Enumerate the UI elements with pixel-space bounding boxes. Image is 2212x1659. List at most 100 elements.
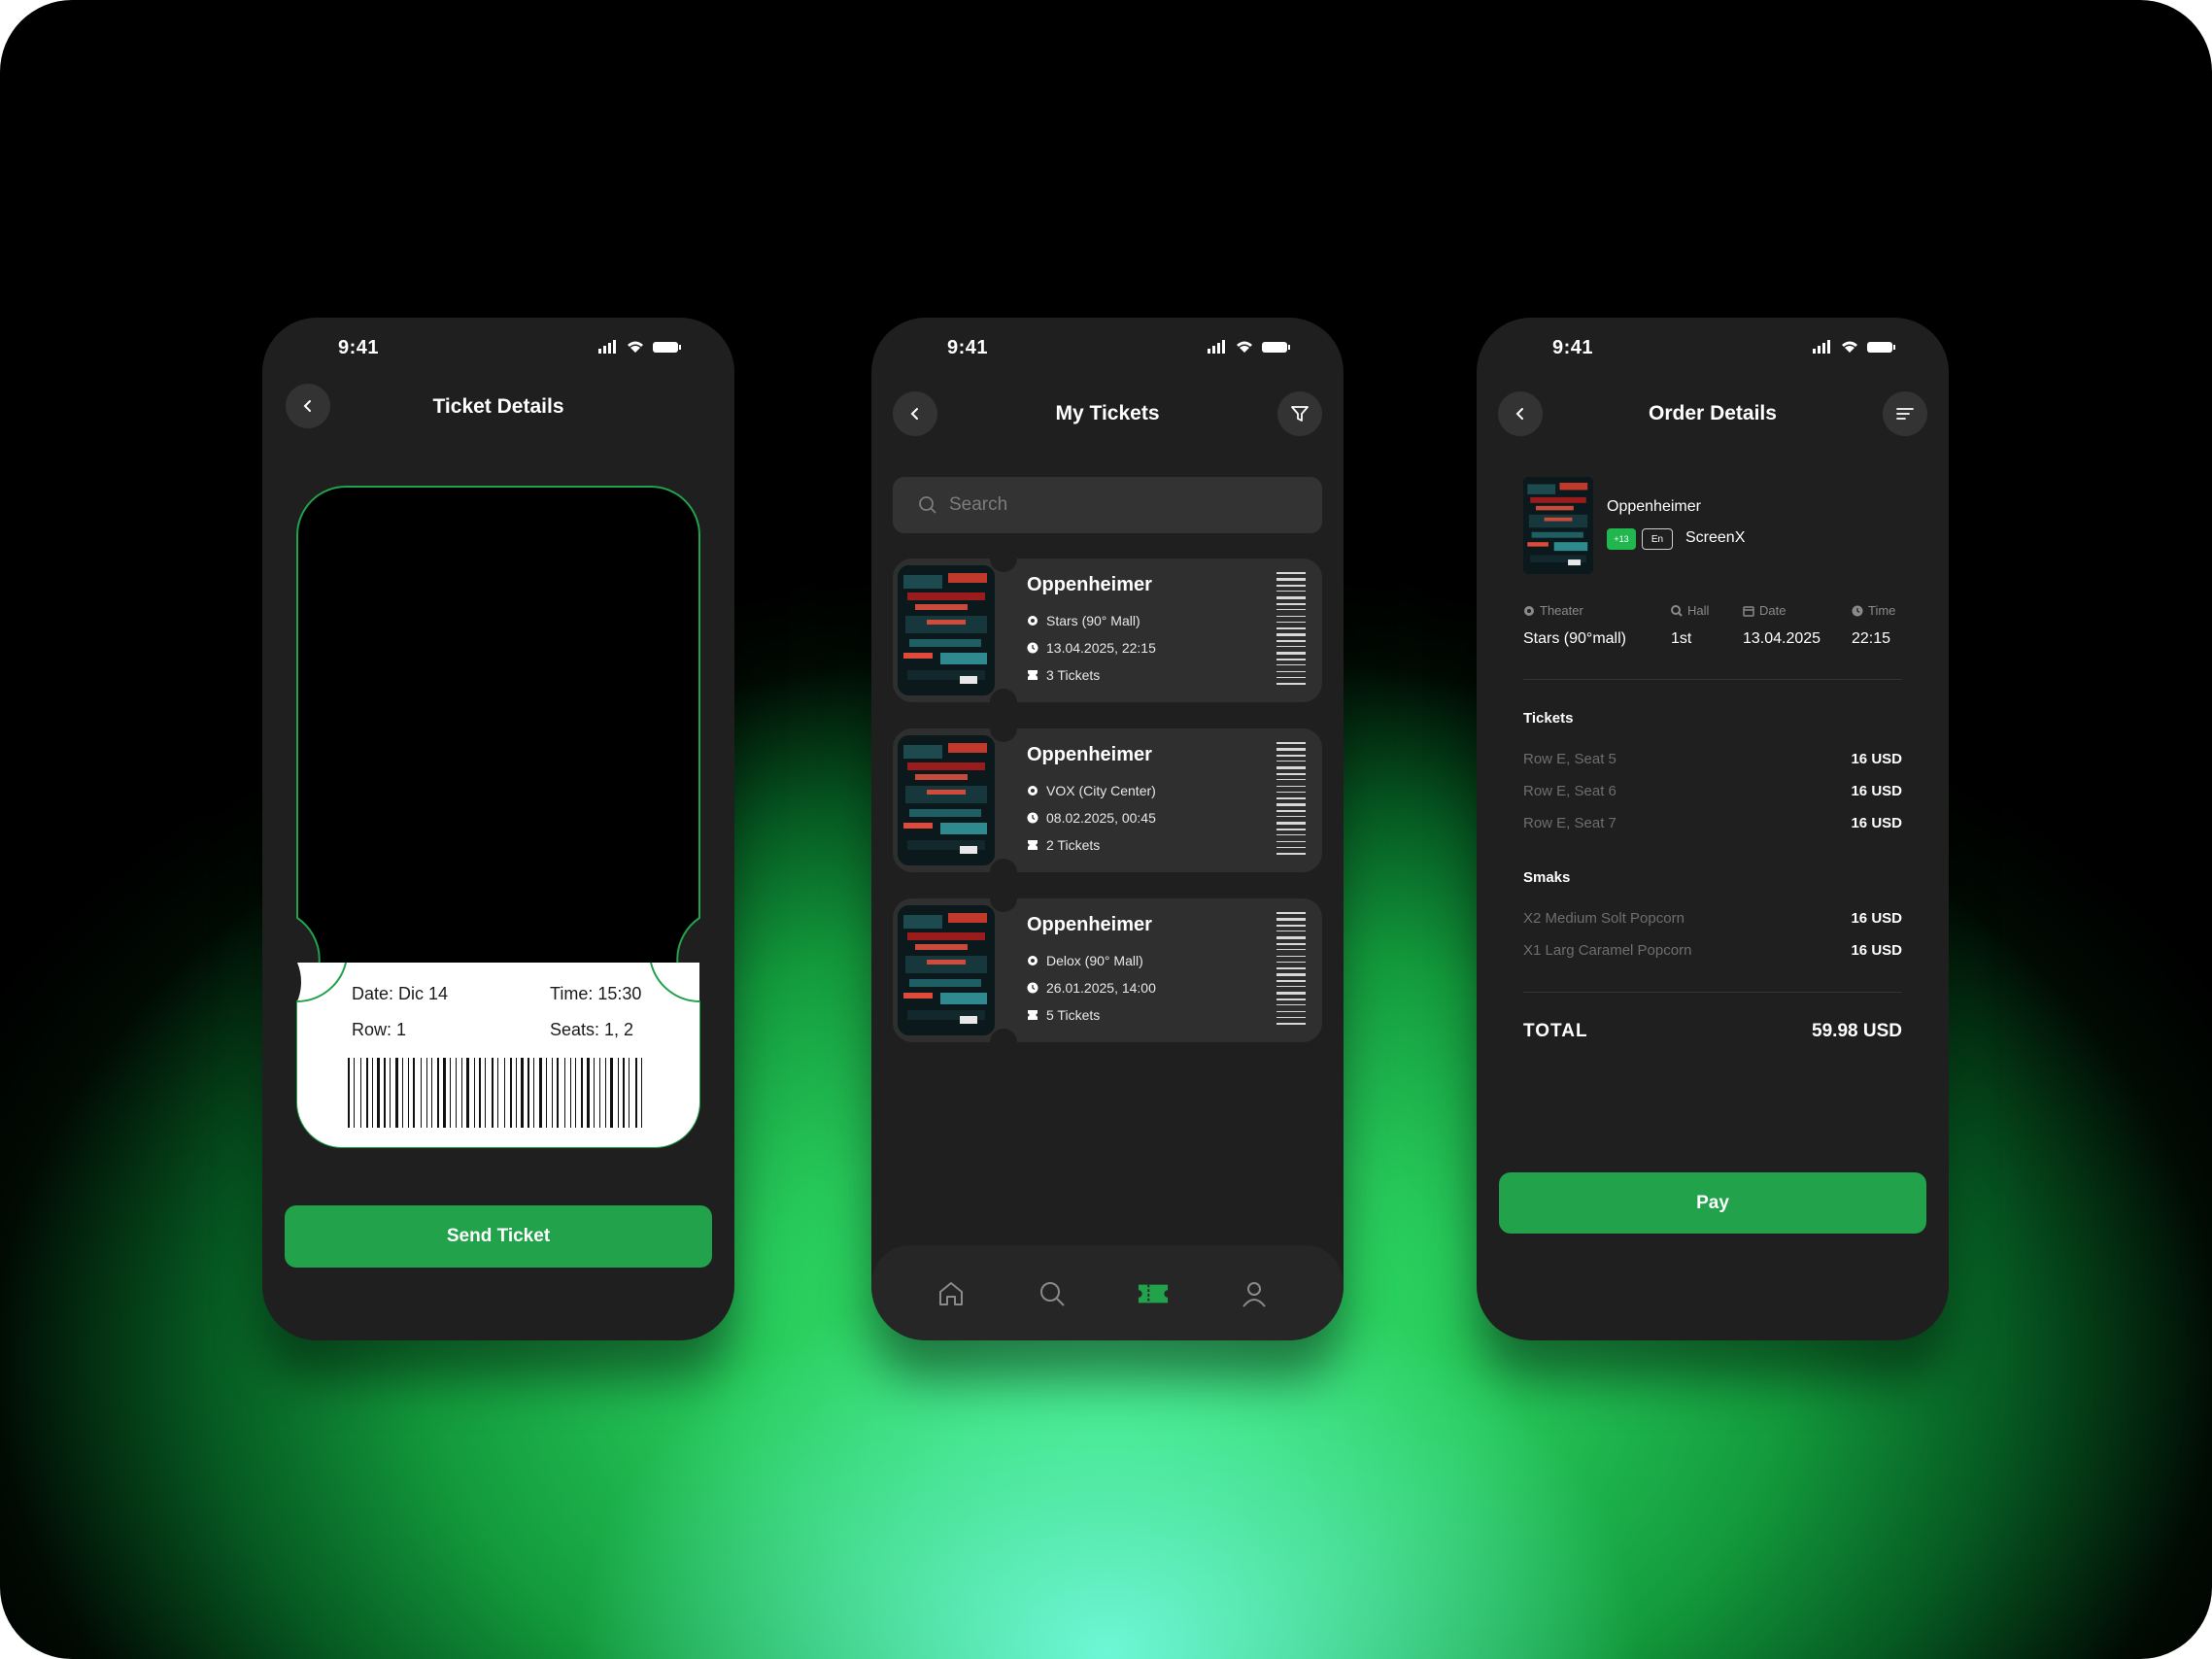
ticket-card-item[interactable]: Oppenheimer Delox (90° Mall) 26.01.2025,…	[893, 898, 1322, 1042]
movie-title: Oppenheimer	[1027, 574, 1152, 595]
ticket-card: Date: Dic 14 Time: 15:30 Row: 1 Seats: 1…	[295, 485, 701, 1149]
movie-title: Oppenheimer	[1027, 914, 1152, 935]
page-title: Order Details	[1649, 402, 1777, 424]
ticket-barcode	[1276, 572, 1306, 685]
divider	[1523, 679, 1902, 680]
date-label: Date	[1759, 603, 1787, 618]
clock-icon	[1027, 982, 1038, 994]
menu-lines-icon	[1896, 408, 1914, 420]
theater-icon	[1523, 605, 1535, 617]
background-canvas: 9:41 Ticket Details Date: Dic 14 Time: 1…	[0, 0, 2212, 1659]
pay-button[interactable]: Pay	[1499, 1172, 1926, 1234]
location-icon	[1027, 785, 1038, 796]
ticket-place: Stars (90° Mall)	[1046, 613, 1140, 628]
language-badge: En	[1642, 528, 1673, 550]
calendar-icon	[1743, 605, 1754, 617]
ticket-time: Time: 15:30	[550, 984, 642, 1003]
snack-line-price: 16 USD	[1851, 910, 1902, 927]
bottom-nav	[871, 1245, 1344, 1340]
nav-search[interactable]	[1037, 1278, 1068, 1309]
ticket-date: Date: Dic 14	[352, 984, 449, 1003]
format-label: ScreenX	[1685, 529, 1746, 546]
theater-label: Theater	[1540, 603, 1583, 618]
ticket-datetime: 26.01.2025, 14:00	[1046, 980, 1156, 996]
search-icon	[918, 495, 937, 515]
search-placeholder: Search	[949, 494, 1008, 515]
status-icons	[1813, 339, 1900, 359]
ticket-seats: Seats: 1, 2	[550, 1020, 634, 1039]
ticket-count: 5 Tickets	[1046, 1007, 1101, 1023]
ticket-datetime: 08.02.2025, 00:45	[1046, 810, 1156, 826]
theater-value: Stars (90°mall)	[1523, 630, 1626, 647]
location-icon	[1027, 615, 1038, 626]
send-ticket-button[interactable]: Send Ticket	[285, 1205, 712, 1268]
total-value: 59.98 USD	[1812, 1021, 1902, 1041]
nav-profile[interactable]	[1239, 1278, 1270, 1309]
phone-order-details: 9:41 Order Details Oppenheimer +13 En Sc…	[1477, 318, 1949, 1340]
page-title: Ticket Details	[432, 395, 564, 418]
ticket-line-label: Row E, Seat 5	[1523, 751, 1616, 767]
divider	[1523, 992, 1902, 993]
movie-poster	[898, 905, 995, 1035]
status-icons	[598, 339, 686, 359]
time-value: 22:15	[1852, 630, 1891, 647]
age-rating-badge: +13	[1607, 528, 1636, 550]
ticket-barcode	[348, 1058, 642, 1128]
status-icons	[1208, 339, 1295, 359]
movie-title: Oppenheimer	[1027, 744, 1152, 765]
status-time: 9:41	[338, 337, 380, 358]
ticket-count: 3 Tickets	[1046, 667, 1101, 683]
ticket-place: VOX (City Center)	[1046, 783, 1156, 798]
ticket-count-icon	[1027, 1009, 1038, 1021]
movie-poster	[1523, 477, 1593, 574]
time-label: Time	[1868, 603, 1896, 618]
tickets-section-title: Tickets	[1523, 710, 1574, 727]
date-value: 13.04.2025	[1743, 630, 1821, 647]
ticket-count-icon	[1027, 669, 1038, 681]
snack-line-label: X2 Medium Solt Popcorn	[1523, 910, 1685, 927]
movie-title: Oppenheimer	[1607, 498, 1701, 515]
ticket-line-price: 16 USD	[1851, 815, 1902, 831]
ticket-card-item[interactable]: Oppenheimer Stars (90° Mall) 13.04.2025,…	[893, 559, 1322, 702]
sort-button[interactable]	[1883, 391, 1927, 436]
ticket-count: 2 Tickets	[1046, 837, 1101, 853]
ticket-row: Row: 1	[352, 1020, 407, 1039]
hall-icon	[1671, 604, 1683, 617]
ticket-card-item[interactable]: Oppenheimer VOX (City Center) 08.02.2025…	[893, 728, 1322, 872]
search-icon	[1040, 1282, 1065, 1306]
total-label: TOTAL	[1523, 1021, 1588, 1041]
ticket-count-icon	[1027, 839, 1038, 851]
ticket-line-label: Row E, Seat 6	[1523, 783, 1616, 799]
ticket-barcode	[1276, 912, 1306, 1025]
movie-poster	[898, 735, 995, 865]
hall-value: 1st	[1671, 630, 1692, 647]
home-icon	[939, 1282, 963, 1305]
search-input[interactable]: Search	[893, 477, 1322, 533]
status-time: 9:41	[947, 337, 989, 358]
filter-icon	[1291, 406, 1309, 422]
filter-button[interactable]	[1277, 391, 1322, 436]
ticket-datetime: 13.04.2025, 22:15	[1046, 640, 1156, 656]
page-title: My Tickets	[1055, 402, 1160, 424]
profile-icon	[1242, 1282, 1266, 1307]
nav-home[interactable]	[936, 1278, 967, 1309]
status-time: 9:41	[1552, 337, 1594, 358]
movie-poster	[898, 565, 995, 695]
clock-icon	[1027, 642, 1038, 654]
ticket-line-price: 16 USD	[1851, 751, 1902, 767]
clock-icon	[1852, 605, 1863, 617]
snacks-section-title: Smaks	[1523, 869, 1571, 886]
ticket-icon	[1138, 1284, 1169, 1304]
location-icon	[1027, 955, 1038, 966]
phone-ticket-details: 9:41 Ticket Details Date: Dic 14 Time: 1…	[262, 318, 734, 1340]
snack-line-label: X1 Larg Caramel Popcorn	[1523, 942, 1692, 959]
phone-my-tickets: 9:41 My Tickets Search Oppenheimer Stars…	[871, 318, 1344, 1340]
nav-tickets[interactable]	[1138, 1278, 1169, 1309]
ticket-line-price: 16 USD	[1851, 783, 1902, 799]
ticket-barcode	[1276, 742, 1306, 855]
ticket-line-label: Row E, Seat 7	[1523, 815, 1616, 831]
hall-label: Hall	[1687, 603, 1710, 618]
snack-line-price: 16 USD	[1851, 942, 1902, 959]
clock-icon	[1027, 812, 1038, 824]
ticket-place: Delox (90° Mall)	[1046, 953, 1143, 968]
